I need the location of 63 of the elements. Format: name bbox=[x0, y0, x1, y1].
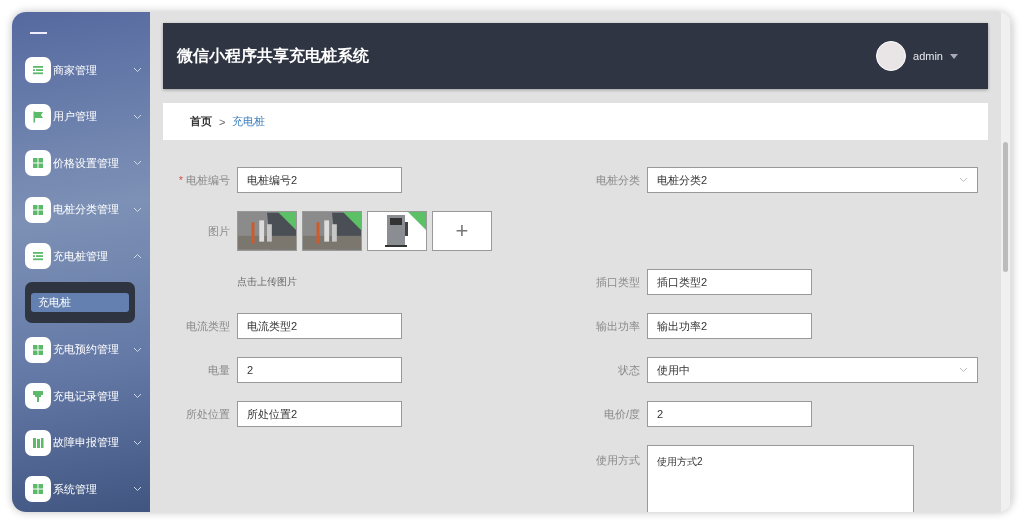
chevron-icon bbox=[133, 346, 142, 353]
breadcrumb-separator: > bbox=[219, 115, 226, 128]
chevron-icon bbox=[133, 113, 142, 120]
field-label: 图片 bbox=[207, 223, 230, 239]
parking-garage-drawing bbox=[238, 212, 296, 250]
textarea-field[interactable]: 使用方式2 bbox=[647, 445, 914, 512]
chevron-icon bbox=[133, 439, 142, 446]
sidebar-item[interactable]: 充电预约管理 bbox=[25, 336, 150, 363]
photo-placeholder[interactable] bbox=[302, 211, 362, 251]
text-field[interactable]: 电桩编号2 bbox=[237, 167, 402, 193]
flag-icon bbox=[25, 103, 51, 130]
breadcrumb-link[interactable]: 充电桩 bbox=[232, 114, 266, 129]
field-label: 插口类型 bbox=[595, 274, 640, 290]
photo-placeholder[interactable] bbox=[237, 211, 297, 251]
grid-icon bbox=[25, 476, 51, 502]
text-field[interactable]: 2 bbox=[237, 357, 402, 383]
scrollbar[interactable] bbox=[1001, 12, 1010, 512]
grid-icon bbox=[25, 150, 51, 176]
sidebar-item[interactable]: 价格设置管理 bbox=[25, 150, 150, 176]
chevron-icon bbox=[959, 177, 968, 183]
avatar[interactable] bbox=[876, 41, 907, 71]
list-icon bbox=[25, 57, 51, 83]
grid-icon bbox=[25, 336, 51, 363]
text-field[interactable]: 输出功率2 bbox=[647, 313, 812, 339]
ev-charger-drawing bbox=[384, 214, 410, 248]
sidebar-item[interactable]: 商家管理 bbox=[25, 57, 150, 83]
username[interactable]: admin bbox=[913, 50, 943, 62]
sidebar-item[interactable]: 用户管理 bbox=[25, 103, 150, 130]
add-image-button[interactable]: + bbox=[432, 211, 492, 251]
submenu-item[interactable]: 充电桩 bbox=[31, 292, 129, 312]
text-field[interactable]: 所处位置2 bbox=[237, 401, 402, 427]
chevron-icon bbox=[133, 486, 142, 492]
chevron-icon bbox=[133, 393, 142, 399]
text-field[interactable]: 电流类型2 bbox=[237, 313, 402, 339]
field-label: 输出功率 bbox=[595, 318, 640, 334]
field-label: * 电桩编号 bbox=[177, 172, 230, 188]
sidebar-item[interactable]: 充电记录管理 bbox=[25, 383, 150, 409]
app-title: 微信小程序共享充电桩系统 bbox=[177, 45, 369, 66]
field-label: 电量 bbox=[207, 362, 230, 378]
sidebar-item[interactable]: 故障申报管理 bbox=[25, 429, 150, 456]
photo-placeholder[interactable] bbox=[367, 211, 427, 251]
field-label: 电桩分类 bbox=[595, 172, 640, 188]
text-field[interactable]: 2 bbox=[647, 401, 812, 427]
chevron-icon bbox=[133, 206, 142, 213]
field-label: 使用方式 bbox=[595, 453, 640, 468]
chevron-icon bbox=[959, 367, 968, 373]
upload-hint: 点击上传图片 bbox=[237, 275, 298, 289]
field-label: 状态 bbox=[617, 362, 640, 378]
sidebar-item[interactable]: 系统管理 bbox=[25, 476, 150, 502]
list-icon bbox=[25, 243, 51, 269]
text-field[interactable]: 插口类型2 bbox=[647, 269, 812, 295]
breadcrumb-link[interactable]: 首页 bbox=[190, 114, 212, 129]
chevron-icon bbox=[133, 253, 142, 259]
field-label: 所处位置 bbox=[185, 406, 230, 422]
field-label: 电流类型 bbox=[185, 318, 230, 334]
parking-garage-drawing bbox=[303, 212, 361, 250]
field-label: 电价/度 bbox=[602, 406, 640, 422]
select-field[interactable]: 使用中 bbox=[647, 357, 978, 383]
chevron-icon bbox=[133, 160, 142, 166]
caret-icon[interactable] bbox=[950, 53, 958, 59]
chevron-icon bbox=[133, 67, 142, 73]
select-field[interactable]: 电桩分类2 bbox=[647, 167, 978, 193]
grid-icon bbox=[25, 196, 51, 223]
